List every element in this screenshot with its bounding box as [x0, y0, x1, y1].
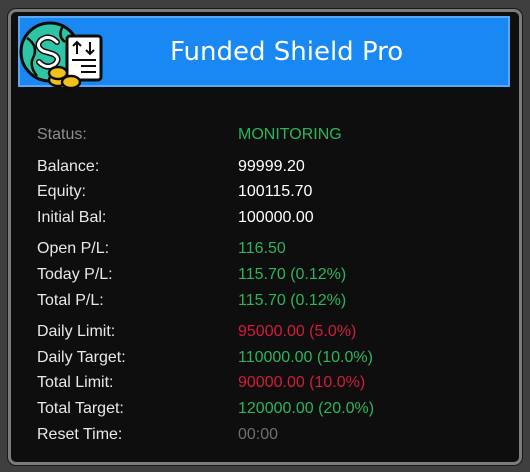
balance-row: Balance: 99999.20 — [37, 154, 507, 180]
status-value: MONITORING — [238, 126, 342, 143]
open-pl-label: Open P/L: — [37, 240, 110, 258]
open-pl-value: 116.50 — [238, 240, 286, 258]
daily-target-value: 110000.00 (10.0%) — [238, 348, 373, 366]
status-row: Status: MONITORING — [37, 122, 507, 148]
total-target-label: Total Target: — [37, 399, 124, 417]
open-pl-row: Open P/L: 116.50 — [37, 236, 507, 262]
status-label: Status: — [37, 126, 87, 143]
total-limit-row: Total Limit: 90000.00 (10.0%) — [37, 370, 507, 396]
today-pl-value: 115.70 (0.12%) — [238, 265, 347, 283]
total-pl-label: Total P/L: — [37, 291, 104, 309]
reset-time-value: 00:00 — [238, 425, 279, 443]
daily-limit-value: 95000.00 (5.0%) — [238, 323, 357, 341]
dollar-globe-document-coins-icon — [19, 21, 103, 90]
total-target-value: 120000.00 (20.0%) — [238, 399, 375, 417]
equity-value: 100115.70 — [238, 183, 313, 201]
balance-value: 99999.20 — [238, 157, 305, 175]
today-pl-row: Today P/L: 115.70 (0.12%) — [37, 262, 507, 288]
panel-title: Funded Shield Pro — [170, 36, 404, 67]
total-pl-value: 115.70 (0.12%) — [238, 291, 347, 309]
balance-label: Balance: — [37, 157, 100, 175]
initial-balance-row: Initial Bal: 100000.00 — [37, 205, 507, 231]
reset-time-label: Reset Time: — [37, 425, 123, 443]
equity-row: Equity: 100115.70 — [37, 179, 507, 205]
daily-target-label: Daily Target: — [37, 348, 126, 366]
reset-time-row: Reset Time: 00:00 — [37, 422, 507, 448]
total-limit-value: 90000.00 (10.0%) — [238, 374, 366, 392]
initial-balance-value: 100000.00 — [238, 208, 314, 226]
total-target-row: Total Target: 120000.00 (20.0%) — [37, 396, 507, 422]
initial-balance-label: Initial Bal: — [37, 208, 107, 226]
stats-list: Status: MONITORING Balance: 99999.20 Equ… — [37, 122, 507, 447]
daily-limit-row: Daily Limit: 95000.00 (5.0%) — [37, 319, 507, 345]
today-pl-label: Today P/L: — [37, 265, 113, 283]
total-limit-label: Total Limit: — [37, 374, 114, 392]
daily-target-row: Daily Target: 110000.00 (10.0%) — [37, 345, 507, 371]
equity-label: Equity: — [37, 183, 86, 201]
daily-limit-label: Daily Limit: — [37, 323, 116, 341]
total-pl-row: Total P/L: 115.70 (0.12%) — [37, 288, 507, 314]
